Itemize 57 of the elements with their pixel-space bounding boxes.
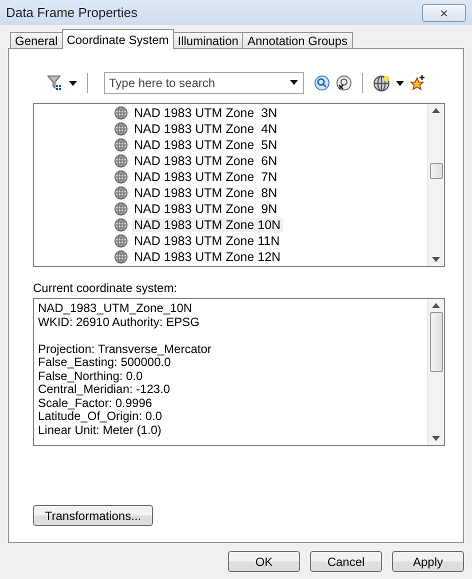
search-field[interactable]: Type here to search (104, 72, 304, 94)
globe-icon (114, 106, 128, 120)
list-item[interactable]: NAD 1983 UTM Zone 11N (132, 234, 282, 248)
globe-icon (114, 202, 128, 216)
globe-icon (114, 250, 128, 264)
globe-icon (114, 154, 128, 168)
detail-line: False_Easting: 500000.0 (38, 356, 171, 370)
scrollbar[interactable] (427, 299, 444, 445)
scroll-up-icon (432, 108, 440, 113)
list-item[interactable]: NAD 1983 UTM Zone 3N (132, 106, 280, 120)
search-icon[interactable] (314, 75, 330, 91)
caret-icon (396, 80, 404, 86)
section-label: Current coordinate system: (33, 281, 178, 295)
scroll-up-icon (432, 303, 440, 308)
detail-line: Scale_Factor: 0.9996 (38, 396, 154, 410)
tab[interactable]: General (10, 32, 63, 49)
tab[interactable]: Illumination (172, 32, 244, 49)
globe-icon (114, 138, 128, 152)
list-item[interactable]: NAD 1983 UTM Zone 4N (132, 122, 280, 136)
detail-line: Projection: Transverse_Mercator (38, 342, 212, 356)
list-item[interactable]: NAD 1983 UTM Zone 9N (132, 202, 280, 216)
detail-line: Latitude_Of_Origin: 0.0 (38, 410, 164, 424)
detail-line: NAD_1983_UTM_Zone_10N (38, 302, 194, 316)
list-item[interactable]: NAD 1983 UTM Zone 7N (132, 170, 280, 184)
scroll-thumb[interactable] (430, 312, 442, 372)
dialog-button[interactable]: Cancel (310, 551, 382, 572)
detail-line: Central_Meridian: -123.0 (38, 383, 172, 396)
detail-line: False_Northing: 0.0 (38, 370, 144, 383)
scrollbar[interactable] (427, 104, 444, 266)
globe-icon (114, 186, 128, 200)
list-item[interactable]: NAD 1983 UTM Zone 5N (132, 138, 280, 152)
clear-search-icon[interactable] (336, 75, 352, 91)
list-item[interactable]: NAD 1983 UTM Zone 6N (132, 154, 280, 168)
filter-icon[interactable] (47, 75, 63, 91)
scroll-thumb[interactable] (430, 163, 442, 179)
close-button[interactable]: × (422, 4, 466, 22)
caret-icon (69, 80, 77, 86)
globe-icon (114, 234, 128, 248)
globe-icon (114, 122, 128, 136)
transformations-button[interactable]: Transformations... (33, 505, 153, 526)
dropdown-icon (290, 80, 298, 85)
globe-icon (114, 218, 128, 232)
globe-icon[interactable] (373, 74, 390, 92)
detail-line: WKID: 26910 Authority: EPSG (38, 316, 200, 329)
scroll-down-icon (432, 257, 440, 262)
dialog-button[interactable]: OK (228, 551, 300, 572)
dialog-button[interactable]: Apply (392, 551, 464, 572)
detail-line: Linear Unit: Meter (1.0) (38, 424, 162, 437)
window-title: Data Frame Properties (6, 5, 138, 20)
scroll-down-icon (432, 436, 440, 441)
list-item[interactable]: NAD 1983 UTM Zone 12N (132, 250, 283, 264)
list-item[interactable]: NAD 1983 UTM Zone 8N (132, 186, 280, 200)
tab[interactable]: Coordinate System (62, 29, 174, 49)
tab[interactable]: Annotation Groups (242, 32, 353, 49)
globe-icon (114, 170, 128, 184)
list-item[interactable]: NAD 1983 UTM Zone 10N (132, 218, 283, 232)
star-add-icon[interactable] (410, 75, 426, 91)
